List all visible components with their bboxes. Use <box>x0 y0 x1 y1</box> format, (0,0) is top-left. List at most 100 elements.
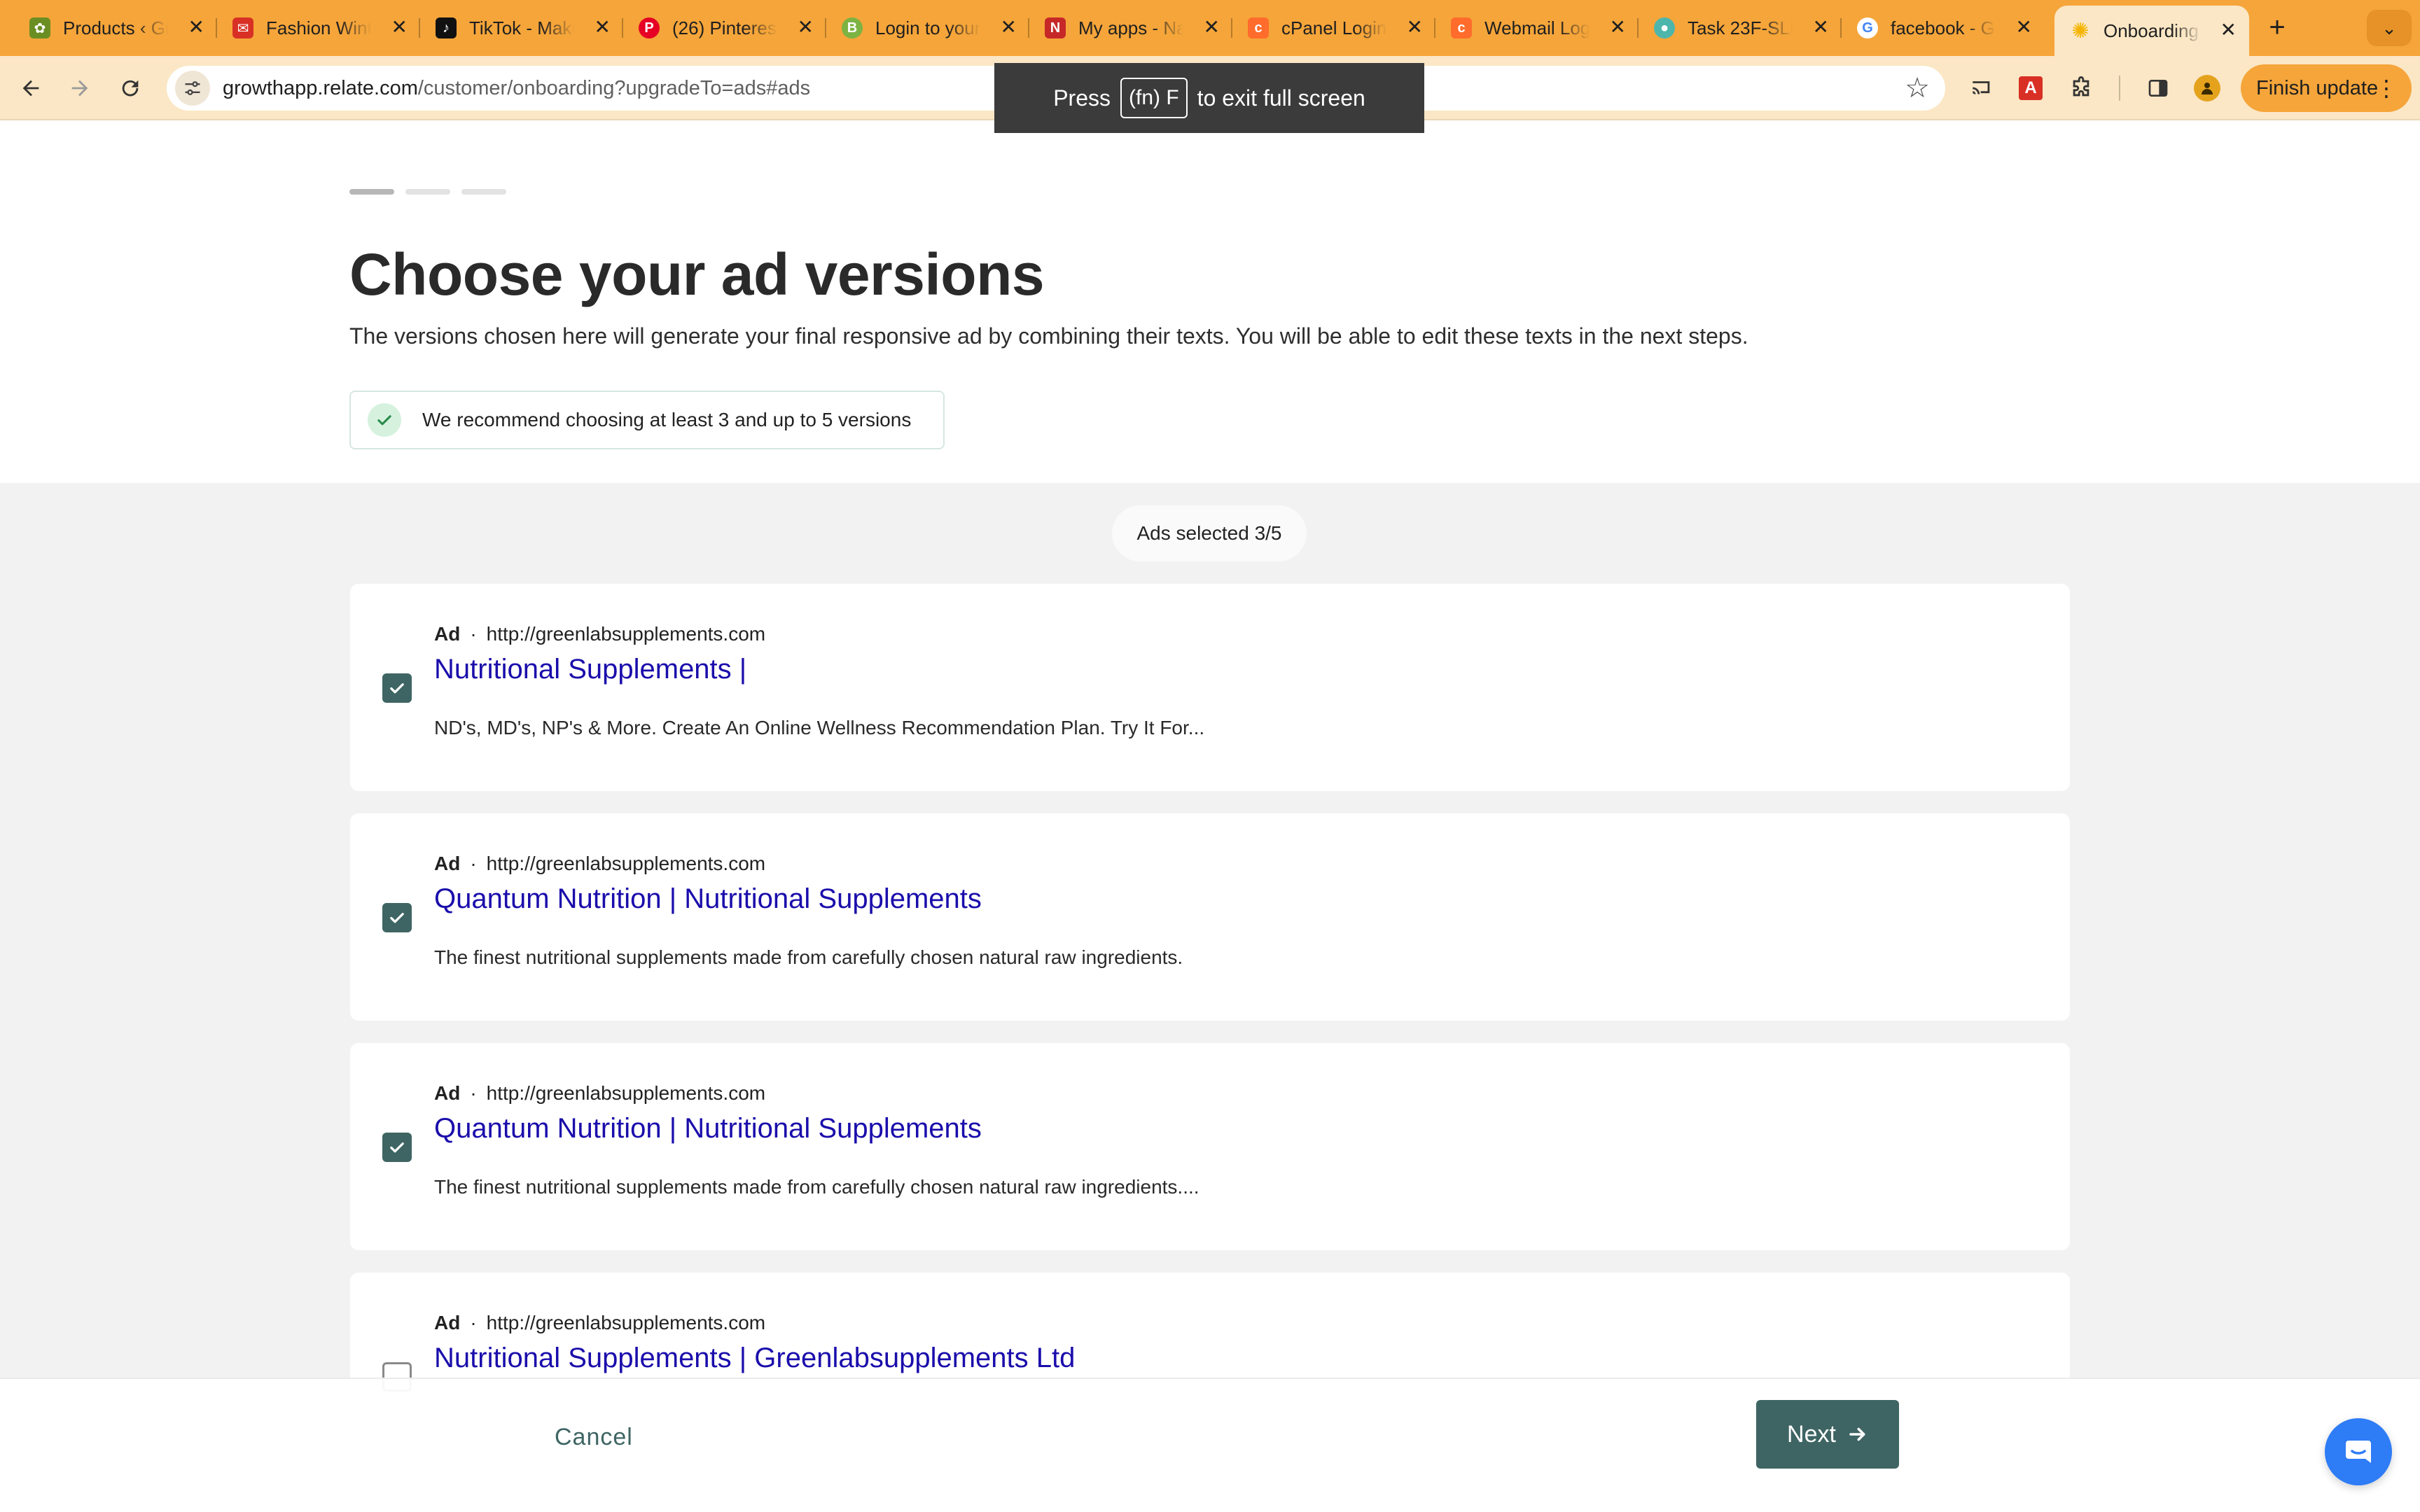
ad-card[interactable]: Ad · http://greenlabsupplements.com Quantu… <box>350 813 2070 1021</box>
close-tab-icon[interactable]: ✕ <box>1813 17 1829 38</box>
browser-tab[interactable]: ♪ TikTok - Make ✕ <box>420 7 623 49</box>
profile-avatar-icon[interactable] <box>2190 71 2224 105</box>
finish-update-button[interactable]: Finish update ⋮ <box>2241 64 2412 112</box>
close-tab-icon[interactable]: ✕ <box>2016 17 2032 38</box>
apps-favicon-icon: N <box>1045 18 1066 38</box>
page-subtitle: The versions chosen here will generate y… <box>349 323 1748 349</box>
google-favicon-icon: G <box>1857 18 1878 38</box>
url-path: /customer/onboarding?upgradeTo=ads#ads <box>417 76 811 99</box>
next-button[interactable]: Next <box>1756 1400 1899 1469</box>
ad-meta: Ad · http://greenlabsupplements.com <box>434 1082 766 1104</box>
browser-tab[interactable]: N My apps - Na ✕ <box>1029 7 1232 49</box>
close-tab-icon[interactable]: ✕ <box>1610 17 1626 38</box>
step-indicator-2 <box>405 189 450 195</box>
step-indicator-1 <box>349 189 394 195</box>
browser-tab[interactable]: P (26) Pinteres ✕ <box>623 7 826 49</box>
ad-label: Ad <box>434 1082 461 1104</box>
mail-favicon-icon: ✉ <box>232 18 253 38</box>
ads-selected-counter: Ads selected 3/5 <box>1112 505 1307 561</box>
relate-favicon-icon: ✺ <box>2071 19 2089 43</box>
ad-checkbox-checked[interactable] <box>382 1133 412 1162</box>
back-arrow-icon[interactable] <box>10 67 52 109</box>
tab-title: Fashion Winte <box>266 17 371 38</box>
browser-tab[interactable]: ● Task 23F-SLF ✕ <box>1639 7 1842 49</box>
ad-headline: Quantum Nutrition | Nutritional Suppleme… <box>434 1113 982 1144</box>
next-button-label: Next <box>1787 1420 1836 1448</box>
close-tab-icon[interactable]: ✕ <box>391 17 408 38</box>
tab-title: Products ‹ Gr <box>63 17 168 38</box>
close-tab-icon[interactable]: ✕ <box>2220 20 2237 41</box>
globe-favicon-icon: ● <box>1654 18 1675 38</box>
close-tab-icon[interactable]: ✕ <box>1204 17 1220 38</box>
browser-tab[interactable]: G facebook - G ✕ <box>1842 7 2045 49</box>
new-tab-icon[interactable]: + <box>2263 10 2291 45</box>
step-indicator-3 <box>461 189 506 195</box>
tab-title: Task 23F-SLF <box>1688 17 1793 38</box>
ad-card[interactable]: Ad · http://greenlabsupplements.com Quantu… <box>350 1043 2070 1250</box>
ad-meta: Ad · http://greenlabsupplements.com <box>434 623 766 645</box>
cpanel-favicon-icon: c <box>1248 18 1269 38</box>
cpanel-favicon-icon: c <box>1451 18 1472 38</box>
browser-tab[interactable]: ✉ Fashion Winte ✕ <box>217 7 420 49</box>
reload-icon[interactable] <box>109 67 151 109</box>
acrobat-extension-icon[interactable]: A <box>2014 71 2047 105</box>
onboarding-footer: Cancel Next <box>0 1378 2420 1512</box>
close-tab-icon[interactable]: ✕ <box>188 17 204 38</box>
url-text: growthapp.relate.com/customer/onboarding… <box>223 77 810 100</box>
ad-headline: Quantum Nutrition | Nutritional Suppleme… <box>434 883 982 914</box>
arrow-right-icon <box>1849 1427 1865 1441</box>
forward-arrow-icon[interactable] <box>59 67 101 109</box>
ad-description: The finest nutritional supplements made … <box>434 1176 1199 1198</box>
page-title: Choose your ad versions <box>349 241 1045 307</box>
step-progress-indicator <box>349 189 506 195</box>
extensions-puzzle-icon[interactable] <box>2064 71 2098 105</box>
ad-headline: Nutritional Supplements | Greenlabsupple… <box>434 1343 1076 1373</box>
close-tab-icon[interactable]: ✕ <box>1407 17 1423 38</box>
onboarding-header: Choose your ad versions The versions cho… <box>0 122 2420 483</box>
tab-title: Login to your <box>875 17 980 38</box>
ad-description: ND's, MD's, NP's & More. Create An Onlin… <box>434 717 1205 738</box>
tab-title: (26) Pinteres <box>672 17 777 38</box>
checkmark-icon <box>390 1142 404 1153</box>
checkmark-icon <box>390 913 404 923</box>
ad-label: Ad <box>434 1312 461 1334</box>
ad-headline: Nutritional Supplements | <box>434 654 747 685</box>
woocommerce-favicon-icon: ✿ <box>29 18 50 38</box>
checkmark-icon <box>390 683 404 694</box>
ad-checkbox-checked[interactable] <box>382 903 412 932</box>
site-settings-icon[interactable] <box>175 71 210 106</box>
ad-label: Ad <box>434 853 461 874</box>
recommendation-notice: We recommend choosing at least 3 and up … <box>349 391 945 449</box>
bookmark-star-icon[interactable]: ☆ <box>1905 71 1930 105</box>
tab-title: TikTok - Make <box>469 17 574 38</box>
b-favicon-icon: B <box>842 18 863 38</box>
close-tab-icon[interactable]: ✕ <box>1001 17 1017 38</box>
cast-extension-icon[interactable] <box>1965 71 1998 105</box>
browser-tab[interactable]: ✿ Products ‹ Gr ✕ <box>14 7 217 49</box>
tab-title: cPanel Login <box>1281 17 1386 38</box>
more-menu-icon[interactable]: ⋮ <box>2375 74 2398 102</box>
side-panel-icon[interactable] <box>2141 71 2175 105</box>
tab-search-chevron-icon[interactable]: ⌄ <box>2367 10 2412 46</box>
close-tab-icon[interactable]: ✕ <box>594 17 611 38</box>
ad-url: http://greenlabsupplements.com <box>486 623 766 645</box>
browser-tab-active[interactable]: ✺ Onboarding | ✕ <box>2054 6 2249 56</box>
finish-update-label: Finish update <box>2256 76 2379 99</box>
tab-title: My apps - Na <box>1078 17 1183 38</box>
checkmark-icon <box>368 403 401 437</box>
browser-tab[interactable]: c cPanel Login ✕ <box>1232 7 1435 49</box>
close-tab-icon[interactable]: ✕ <box>798 17 814 38</box>
browser-tab[interactable]: B Login to your ✕ <box>826 7 1029 49</box>
toast-suffix: to exit full screen <box>1197 85 1365 111</box>
toast-prefix: Press <box>1053 85 1111 111</box>
recommendation-text: We recommend choosing at least 3 and up … <box>422 409 912 430</box>
pinterest-favicon-icon: P <box>639 18 660 38</box>
support-chat-icon[interactable] <box>2325 1418 2392 1485</box>
cancel-button[interactable]: Cancel <box>555 1424 633 1451</box>
ad-url: http://greenlabsupplements.com <box>486 1082 766 1104</box>
ad-card[interactable]: Ad · http://greenlabsupplements.com Nutrit… <box>350 584 2070 791</box>
ad-checkbox-checked[interactable] <box>382 673 412 703</box>
tab-title: facebook - G <box>1891 17 1995 38</box>
browser-tab-strip: ✿ Products ‹ Gr ✕ ✉ Fashion Winte ✕ ♪ Ti… <box>0 0 2420 56</box>
browser-tab[interactable]: c Webmail Log ✕ <box>1435 7 1639 49</box>
